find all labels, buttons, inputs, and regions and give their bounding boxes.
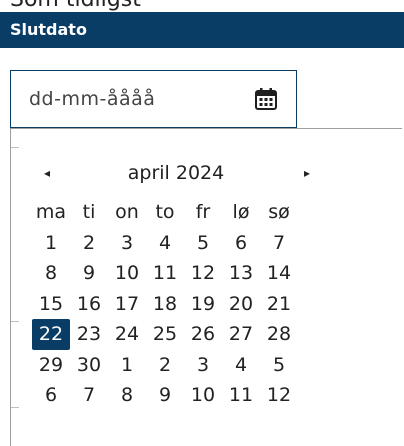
calendar-day[interactable]: 7 <box>70 380 108 411</box>
date-placeholder: dd-mm-åååå <box>29 88 156 110</box>
calendar-day[interactable]: 24 <box>108 319 146 350</box>
calendar-day[interactable]: 1 <box>32 228 70 259</box>
calendar-day[interactable]: 17 <box>108 289 146 320</box>
calendar-day[interactable]: 11 <box>146 258 184 289</box>
calendar-day[interactable]: 20 <box>222 289 260 320</box>
date-picker-popup: ◂ april 2024 ▸ ma ti on to fr lø sø 1 2 3 4 5 6 7 8 9 10… <box>10 128 402 446</box>
calendar-day[interactable]: 18 <box>146 289 184 320</box>
calendar-day[interactable]: 9 <box>146 380 184 411</box>
calendar-icon[interactable] <box>254 87 278 111</box>
calendar-day[interactable]: 2 <box>70 228 108 259</box>
weekday-header: ti <box>82 201 96 223</box>
calendar-day[interactable]: 7 <box>260 228 298 259</box>
calendar-day[interactable]: 10 <box>108 258 146 289</box>
calendar-day[interactable]: 3 <box>108 228 146 259</box>
next-month-button[interactable]: ▸ <box>297 163 317 183</box>
calendar-day[interactable]: 8 <box>32 258 70 289</box>
calendar-day[interactable]: 9 <box>70 258 108 289</box>
calendar-day[interactable]: 25 <box>146 319 184 350</box>
divider <box>11 321 19 322</box>
calendar-day[interactable]: 21 <box>260 289 298 320</box>
calendar-day[interactable]: 23 <box>70 319 108 350</box>
month-label: april 2024 <box>127 162 225 184</box>
calendar-day-selected[interactable]: 22 <box>32 319 70 350</box>
calendar-day[interactable]: 1 <box>108 350 146 381</box>
weekday-header: on <box>115 201 139 223</box>
field-label: Slutdato <box>0 12 404 48</box>
calendar-day[interactable]: 4 <box>222 350 260 381</box>
calendar-day[interactable]: 6 <box>222 228 260 259</box>
calendar-day[interactable]: 11 <box>222 380 260 411</box>
weekday-header: ma <box>35 201 67 223</box>
calendar-day[interactable]: 29 <box>32 350 70 381</box>
calendar-day[interactable]: 12 <box>260 380 298 411</box>
calendar-day[interactable]: 5 <box>260 350 298 381</box>
weekday-header: fr <box>195 201 211 223</box>
calendar-day[interactable]: 13 <box>222 258 260 289</box>
calendar-day[interactable]: 26 <box>184 319 222 350</box>
calendar-day[interactable]: 12 <box>184 258 222 289</box>
previous-month-button[interactable]: ◂ <box>37 163 57 183</box>
calendar-day[interactable]: 30 <box>70 350 108 381</box>
calendar-day[interactable]: 5 <box>184 228 222 259</box>
weekday-header: lø <box>232 201 250 223</box>
month-navigation: ◂ april 2024 ▸ <box>11 157 341 189</box>
calendar-grid: ma ti on to fr lø sø 1 2 3 4 5 6 7 8 9 10 11 12 13 14 15 16 17 1… <box>32 197 298 411</box>
calendar-day[interactable]: 16 <box>70 289 108 320</box>
calendar-day[interactable]: 15 <box>32 289 70 320</box>
calendar-day[interactable]: 10 <box>184 380 222 411</box>
calendar-day[interactable]: 14 <box>260 258 298 289</box>
calendar-day[interactable]: 8 <box>108 380 146 411</box>
calendar-day[interactable]: 28 <box>260 319 298 350</box>
calendar-day[interactable]: 27 <box>222 319 260 350</box>
calendar-day[interactable]: 4 <box>146 228 184 259</box>
weekday-header: to <box>155 201 175 223</box>
divider <box>11 407 19 408</box>
weekday-header: sø <box>268 201 290 223</box>
calendar-day[interactable]: 19 <box>184 289 222 320</box>
end-date-input[interactable]: dd-mm-åååå <box>10 70 297 128</box>
divider <box>11 147 19 148</box>
calendar-day[interactable]: 6 <box>32 380 70 411</box>
calendar-day[interactable]: 3 <box>184 350 222 381</box>
calendar-day[interactable]: 2 <box>146 350 184 381</box>
field-hint-text: Som tidligst <box>10 0 141 12</box>
